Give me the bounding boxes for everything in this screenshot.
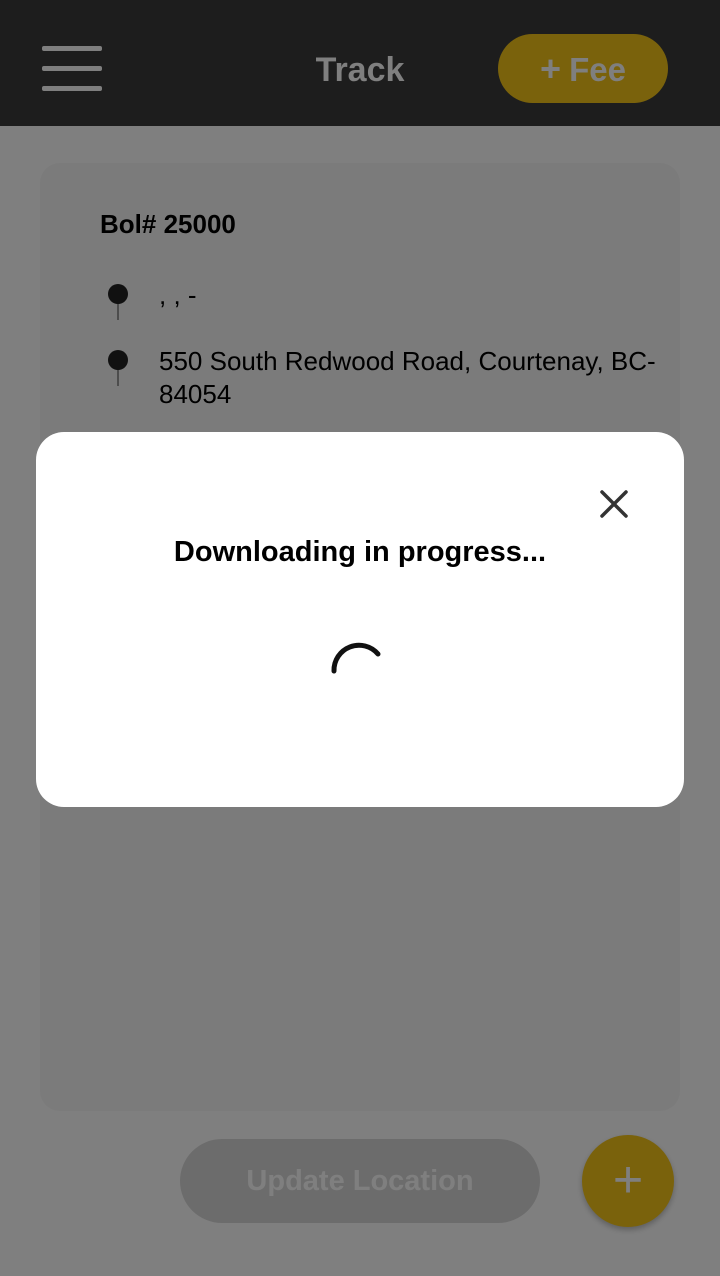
loading-spinner-icon bbox=[331, 642, 381, 674]
close-icon[interactable] bbox=[592, 482, 636, 526]
download-progress-dialog: Downloading in progress... bbox=[36, 432, 684, 807]
dialog-message: Downloading in progress... bbox=[173, 536, 547, 568]
track-screen: Track +Fee Bol# 25000 , , - 550 South Re… bbox=[0, 0, 720, 1276]
